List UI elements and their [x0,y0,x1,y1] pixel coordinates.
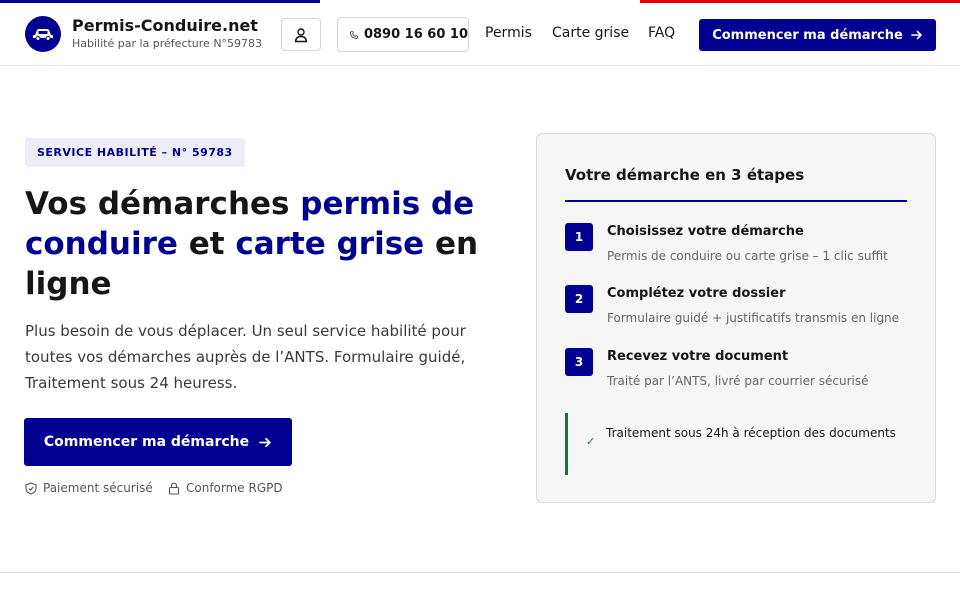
nav-link-faq[interactable]: FAQ [648,25,675,41]
user-icon [294,27,308,42]
account-button[interactable] [281,18,321,51]
processing-time-note: ✓ Traitement sous 24h à réception des do… [565,413,910,475]
steps-card-title: Votre démarche en 3 étapes [565,166,805,184]
phone-number: 0890 16 60 10 [363,27,468,42]
steps-card-divider [565,200,907,202]
section-divider [0,572,960,573]
step-title: Complétez votre dossier [607,286,786,301]
trust-item-gdpr: Conforme RGPD [168,481,283,495]
hero-description: Plus besoin de vous déplacer. Un seul se… [25,322,466,392]
phone-icon [350,30,358,39]
step-number: 3 [565,348,593,376]
start-procedure-button[interactable]: Commencer ma démarche [24,418,292,466]
hero-title-part: Vos démarches [25,186,301,222]
step-item: 1 Choisissez votre démarche Permis de co… [565,223,910,273]
step-number: 2 [565,285,593,313]
brand-name[interactable]: Permis-Conduire.net [72,16,258,35]
nav-link-carte-grise[interactable]: Carte grise [552,25,629,41]
steps-card: Votre démarche en 3 étapes 1 Choisissez … [536,133,936,503]
arrow-right-icon [259,437,271,447]
brand-subtitle: Habilité par la préfecture N°59783 [72,37,263,50]
check-icon: ✓ [586,435,596,448]
hero-title: Vos démarches permis de conduire et cart… [25,184,495,304]
step-description: Permis de conduire ou carte grise – 1 cl… [607,249,888,263]
step-number: 1 [565,223,593,251]
shield-check-icon [25,481,37,495]
start-procedure-button-header[interactable]: Commencer ma démarche [699,19,936,51]
phone-button[interactable]: 0890 16 60 10 [337,17,469,52]
processing-time-text: Traitement sous 24h à réception des docu… [606,426,896,440]
cta-label: Commencer ma démarche [712,27,903,43]
hero-title-highlight-carte-grise: carte grise [235,226,425,262]
step-item: 3 Recevez votre document Traité par l’AN… [565,348,910,398]
step-description: Traité par l’ANTS, livré par courrier sé… [607,374,869,388]
lock-icon [168,482,180,495]
authorization-badge: SERVICE HABILITÉ – N° 59783 [25,138,245,167]
step-title: Recevez votre document [607,349,789,364]
hero-title-part: et [177,226,236,262]
car-icon[interactable] [25,16,61,52]
site-header: Permis-Conduire.net Habilité par la préf… [0,3,960,66]
step-description: Formulaire guidé + justificatifs transmi… [607,311,900,325]
trust-label: Paiement sécurisé [43,481,153,495]
trust-item-secure-payment: Paiement sécurisé [25,481,153,495]
step-title: Choisissez votre démarche [607,224,804,239]
cta-label: Commencer ma démarche [43,434,250,450]
trust-label: Conforme RGPD [186,481,283,495]
nav-link-permis[interactable]: Permis [485,25,532,41]
step-item: 2 Complétez votre dossier Formulaire gui… [565,285,910,335]
arrow-right-icon [910,30,922,40]
